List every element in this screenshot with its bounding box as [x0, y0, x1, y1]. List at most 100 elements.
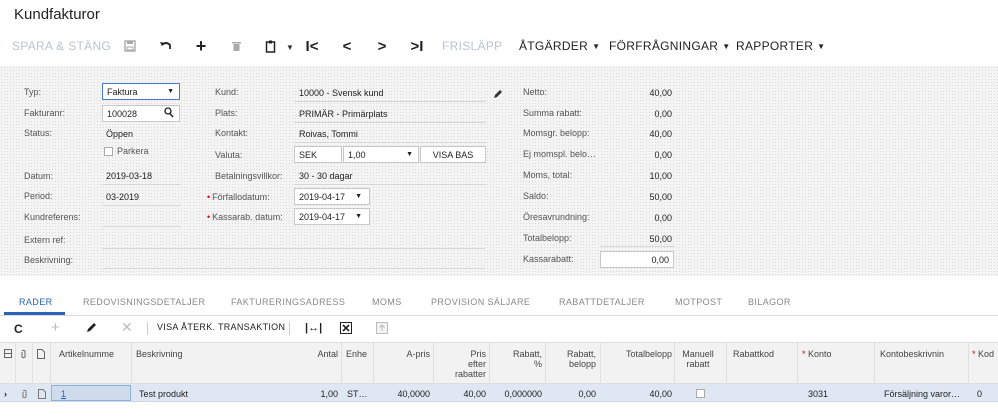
col-total-amount[interactable]: Totalbelopp [614, 349, 672, 359]
col-discount-amount-line1: Rabatt, [566, 349, 596, 359]
view-base-button[interactable]: VISA BAS [420, 146, 486, 163]
col-discount-amount[interactable]: Rabatt, belopp [556, 349, 596, 369]
contact-field[interactable]: Roivas, Tommi [299, 129, 358, 139]
description-cell[interactable]: Test produkt [139, 389, 188, 399]
col-manual-discount-line1: Manuell [682, 349, 714, 359]
col-unit-price[interactable]: A-pris [392, 349, 430, 359]
last-record-icon[interactable]: >I [408, 37, 426, 55]
currency-field[interactable]: SEK [294, 146, 342, 163]
discount-percent-cell[interactable]: 0,000000 [492, 389, 542, 399]
cash-discount-date-field[interactable]: 2019-04-17 ▼ [294, 208, 370, 225]
code-cell[interactable]: 0 [977, 389, 982, 399]
manual-discount-checkbox[interactable] [696, 389, 705, 398]
copy-paste-icon[interactable] [262, 37, 280, 55]
add-icon[interactable]: + [192, 36, 210, 56]
col-uom[interactable]: Enhe [346, 349, 367, 359]
invoice-number-field[interactable]: 100028 [102, 105, 180, 122]
col-price-after-discounts[interactable]: Pris efter rabatter [444, 349, 486, 379]
view-base-label: VISA BAS [432, 150, 474, 160]
edit-pencil-icon[interactable] [493, 86, 503, 104]
currency-rate-field[interactable]: 1,00 ▼ [343, 146, 419, 163]
add-row-icon[interactable]: + [51, 319, 60, 336]
hold-checkbox[interactable] [104, 147, 113, 156]
col-item-number[interactable]: Artikelnumme [59, 349, 114, 359]
location-field[interactable]: PRIMÄR - Primärplats [299, 109, 388, 119]
cash-discount-field[interactable]: 0,00 [600, 251, 674, 268]
terms-field[interactable]: 30 - 30 dagar [299, 171, 353, 181]
vat-exempt-label: Ej momspl. belo… [523, 149, 597, 159]
chevron-down-icon: ▼ [167, 88, 174, 95]
line-number-link[interactable]: 1 [61, 389, 66, 399]
previous-record-icon[interactable]: < [338, 37, 356, 55]
col-description[interactable]: Beskrivning [136, 349, 183, 359]
chevron-down-icon[interactable]: ▼ [286, 43, 294, 52]
customer-ref-underline [102, 226, 180, 227]
col-account-description[interactable]: Kontobeskrivnin [880, 349, 944, 359]
next-record-icon[interactable]: > [373, 37, 391, 55]
search-icon[interactable] [164, 107, 174, 120]
delete-icon[interactable] [227, 37, 245, 55]
tab-tax[interactable]: MOMS [372, 297, 402, 307]
discount-amount-cell[interactable]: 0,00 [556, 389, 596, 399]
due-date-field[interactable]: 2019-04-17 ▼ [294, 188, 370, 205]
tab-discount-details[interactable]: RABATTDETALJER [559, 297, 645, 307]
description-label: Beskrivning: [24, 255, 74, 265]
tab-offset[interactable]: MOTPOST [675, 297, 722, 307]
required-marker: • [207, 192, 211, 202]
col-manual-discount[interactable]: Manuell rabatt [676, 349, 720, 369]
col-discount-code[interactable]: Rabattkod [733, 349, 774, 359]
chevron-down-icon: ▼ [817, 42, 826, 51]
tax-total-label: Moms, total: [523, 170, 573, 180]
col-code-label: Kod [978, 349, 995, 359]
row-note-icon[interactable] [38, 389, 46, 401]
inquiries-menu[interactable]: FÖRFRÅGNINGAR ▼ [609, 39, 730, 53]
customer-field[interactable]: 10000 - Svensk kund [299, 88, 384, 98]
account-cell[interactable]: 3031 [808, 389, 828, 399]
type-select[interactable]: Faktura ▼ [102, 83, 180, 100]
item-number-cell[interactable]: 1 [51, 385, 131, 401]
refresh-icon[interactable]: C [14, 322, 23, 336]
chevron-down-icon: ▼ [592, 42, 601, 51]
tab-attachments[interactable]: BILAGOR [748, 297, 791, 307]
delete-row-icon[interactable]: ✕ [121, 319, 133, 336]
save-icon[interactable] [121, 37, 139, 55]
rounding-value: 0,00 [654, 213, 672, 223]
col-manual-discount-line2: rabatt [686, 359, 710, 369]
tab-financial-details[interactable]: REDOVISNINGSDETALJER [83, 297, 205, 307]
chevron-down-icon: ▼ [355, 193, 362, 200]
view-transaction-button[interactable]: VISA ÅTERK. TRANSAKTION [157, 322, 285, 332]
col-discount-percent[interactable]: Rabatt, % [502, 349, 542, 369]
reports-menu[interactable]: RAPPORTER ▼ [736, 39, 825, 53]
vat-taxable-label: Momsgr. belopp: [523, 128, 590, 138]
export-excel-icon[interactable] [340, 322, 352, 337]
first-record-icon[interactable]: I< [303, 37, 321, 55]
col-discount-percent-line1: Rabatt, [512, 349, 542, 359]
total-amount-cell[interactable]: 40,00 [614, 389, 672, 399]
col-account[interactable]: * Konto [802, 349, 832, 359]
quantity-cell[interactable]: 1,00 [300, 389, 338, 399]
row-attachment-icon[interactable] [21, 389, 28, 401]
actions-menu[interactable]: ÅTGÄRDER ▼ [519, 39, 600, 53]
net-value: 40,00 [649, 88, 672, 98]
col-price-after-discounts-line3: rabatter [454, 369, 486, 379]
row-selector-icon[interactable] [4, 349, 12, 360]
currency-label: Valuta: [215, 150, 243, 160]
col-quantity[interactable]: Antal [300, 349, 338, 359]
edit-row-icon[interactable] [86, 322, 97, 336]
customer-label: Kund: [215, 87, 239, 97]
tab-billing-address[interactable]: FAKTURERINGSADRESS [231, 297, 345, 307]
date-underline [102, 184, 180, 185]
uom-cell[interactable]: ST… [347, 389, 368, 399]
tab-lines[interactable]: RADER [19, 297, 53, 307]
save-close-button[interactable]: SPARA & STÄNG [12, 39, 111, 53]
unit-price-cell[interactable]: 40,0000 [380, 389, 430, 399]
col-code[interactable]: * Kod [972, 349, 994, 359]
undo-icon[interactable] [156, 37, 174, 55]
period-field[interactable]: 03-2019 [106, 192, 139, 202]
release-button[interactable]: FRISLÄPP [442, 39, 502, 53]
fit-columns-icon[interactable]: |↔| [305, 322, 322, 334]
date-field[interactable]: 2019-03-18 [106, 171, 152, 181]
tab-commissions[interactable]: PROVISION SÄLJARE [431, 297, 530, 307]
divider [289, 322, 290, 335]
upload-icon[interactable] [376, 322, 388, 337]
